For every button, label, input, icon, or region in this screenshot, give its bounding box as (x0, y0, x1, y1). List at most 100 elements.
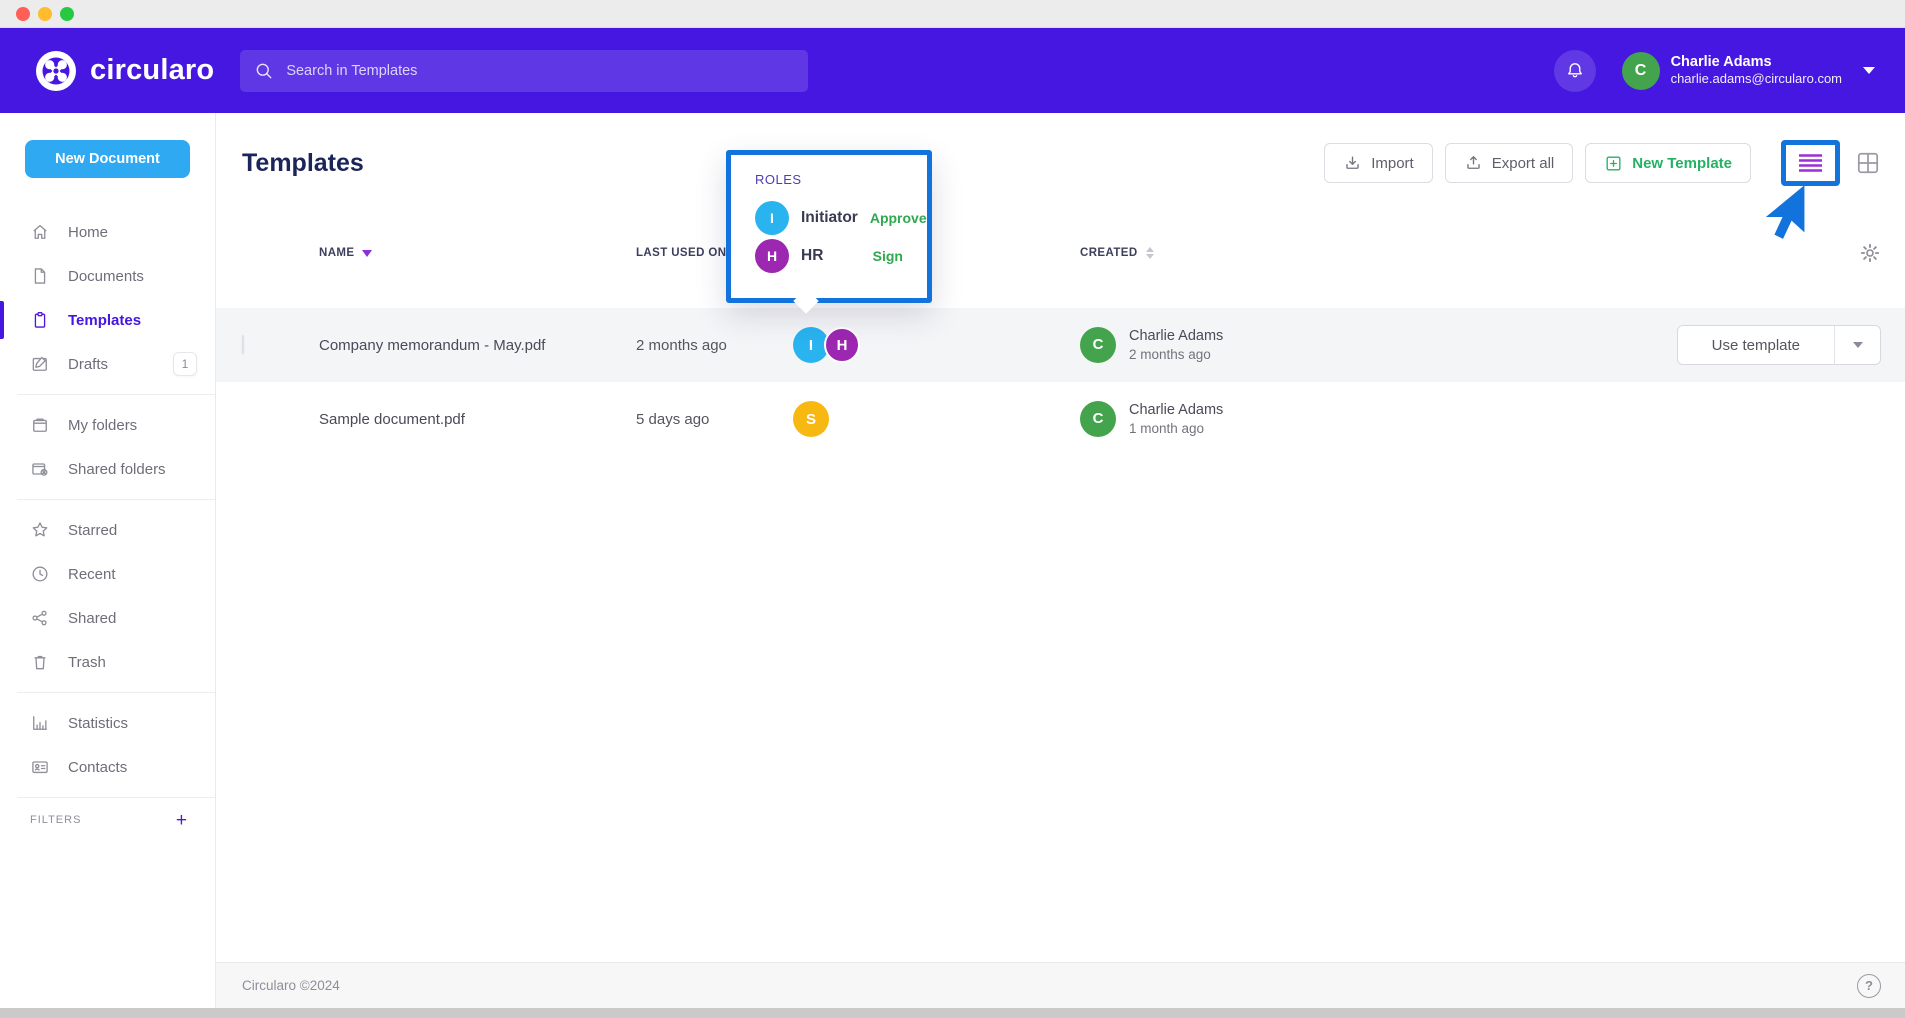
role-avatar-hr: H (755, 239, 789, 273)
sidebar-item-documents[interactable]: Documents (0, 254, 215, 298)
sidebar-item-label: Starred (68, 522, 117, 539)
user-menu-caret-icon (1863, 67, 1875, 74)
home-icon (30, 222, 50, 242)
user-info: Charlie Adams charlie.adams@circularo.co… (1671, 53, 1842, 87)
search-input[interactable] (286, 63, 794, 79)
sidebar-item-contacts[interactable]: Contacts (0, 745, 215, 789)
trash-icon (30, 652, 50, 672)
contacts-icon (30, 757, 50, 777)
grid-view-toggle[interactable] (1855, 150, 1881, 176)
use-template-split-button: Use template (1677, 325, 1881, 365)
list-view-icon (1797, 151, 1824, 175)
created-time: 1 month ago (1129, 420, 1223, 438)
column-settings-gear-icon[interactable] (1859, 242, 1881, 264)
main-content: Templates Import Export all New Template (216, 113, 1905, 1008)
creator-avatar: C (1080, 401, 1116, 437)
use-template-dropdown-button[interactable] (1834, 326, 1880, 364)
user-menu[interactable]: C Charlie Adams charlie.adams@circularo.… (1622, 52, 1875, 90)
sidebar-divider (17, 692, 215, 693)
new-template-button[interactable]: New Template (1585, 143, 1751, 183)
sidebar-nav: Home Documents Templates Drafts 1 My fol… (0, 210, 215, 798)
sidebar-divider (17, 499, 215, 500)
circularo-logo-icon (35, 50, 77, 92)
statistics-icon (30, 713, 50, 733)
shared-folder-icon (30, 459, 50, 479)
sidebar-item-my-folders[interactable]: My folders (0, 403, 215, 447)
notifications-button[interactable] (1554, 50, 1596, 92)
sidebar-item-drafts[interactable]: Drafts 1 (0, 342, 215, 386)
column-header-created[interactable]: CREATED (1080, 247, 1420, 259)
table-row[interactable]: Sample document.pdf 5 days ago S C Charl… (216, 382, 1905, 456)
sidebar-item-statistics[interactable]: Statistics (0, 701, 215, 745)
table-header: NAME LAST USED ON CREATED (216, 242, 1905, 264)
roles-popup: ROLES I Initiator Approve H HR Sign (726, 150, 932, 303)
table-row[interactable]: Company memorandum - May.pdf 2 months ag… (216, 308, 1905, 382)
sidebar-item-trash[interactable]: Trash (0, 640, 215, 684)
role-name: HR (801, 247, 823, 265)
app-logo[interactable]: circularo (35, 50, 214, 92)
minimize-window-button[interactable] (38, 7, 52, 21)
created-by: C Charlie Adams 2 months ago (1080, 327, 1420, 363)
help-button[interactable]: ? (1857, 974, 1881, 998)
template-icon (30, 310, 50, 330)
close-window-button[interactable] (16, 7, 30, 21)
sidebar-item-label: Shared folders (68, 461, 166, 478)
role-avatar-initiator: I (755, 201, 789, 235)
sidebar-item-shared-folders[interactable]: Shared folders (0, 447, 215, 491)
sidebar-item-label: Trash (68, 654, 106, 671)
created-by: C Charlie Adams 1 month ago (1080, 401, 1420, 437)
row-checkbox[interactable] (242, 335, 244, 354)
sidebar-item-label: Drafts (68, 356, 108, 373)
sidebar-item-label: Statistics (68, 715, 128, 732)
sidebar-item-home[interactable]: Home (0, 210, 215, 254)
sidebar-item-recent[interactable]: Recent (0, 552, 215, 596)
creator-name: Charlie Adams (1129, 327, 1223, 346)
creator-avatar: C (1080, 327, 1116, 363)
created-header-label: CREATED (1080, 247, 1138, 259)
sidebar-item-starred[interactable]: Starred (0, 508, 215, 552)
template-last-used: 5 days ago (636, 411, 793, 428)
export-all-button[interactable]: Export all (1445, 143, 1574, 183)
window-bottom-edge (0, 1008, 1905, 1018)
window-titlebar (0, 0, 1905, 28)
plus-square-icon (1604, 154, 1623, 173)
mouse-cursor-icon (1757, 181, 1809, 241)
search-icon (254, 61, 274, 81)
footer: Circularo ©2024 ? (216, 962, 1905, 1008)
role-row-initiator: I Initiator Approve (755, 201, 903, 235)
role-action: Approve (870, 210, 927, 226)
add-filter-button[interactable]: + (176, 811, 187, 830)
sidebar-item-label: Contacts (68, 759, 127, 776)
sidebar-item-label: Documents (68, 268, 144, 285)
use-template-button[interactable]: Use template (1678, 326, 1834, 364)
sort-icon (1146, 247, 1154, 259)
creator-name: Charlie Adams (1129, 401, 1223, 420)
share-icon (30, 608, 50, 628)
column-header-name[interactable]: NAME (306, 247, 636, 259)
page-head: Templates Import Export all New Template (216, 113, 1905, 186)
role-avatar-signer: S (793, 401, 829, 437)
zoom-window-button[interactable] (60, 7, 74, 21)
list-view-toggle[interactable] (1781, 140, 1840, 186)
role-avatar-hr: H (824, 327, 860, 363)
sort-desc-icon (362, 250, 372, 257)
export-icon (1464, 154, 1483, 173)
page-actions: Import Export all New Template (1324, 140, 1881, 186)
new-document-button[interactable]: New Document (25, 140, 190, 178)
bell-icon (1564, 60, 1586, 82)
header-right: C Charlie Adams charlie.adams@circularo.… (1554, 50, 1875, 92)
template-name: Company memorandum - May.pdf (306, 337, 636, 354)
drafts-count-badge: 1 (173, 352, 197, 376)
sidebar-item-label: Home (68, 224, 108, 241)
app-header: circularo C Charlie Adams charlie.adams@… (0, 28, 1905, 113)
chevron-down-icon (1853, 342, 1863, 348)
sidebar-item-shared[interactable]: Shared (0, 596, 215, 640)
import-icon (1343, 154, 1362, 173)
draft-icon (30, 354, 50, 374)
star-icon (30, 520, 50, 540)
role-action: Sign (873, 248, 903, 264)
search-box[interactable] (240, 50, 808, 92)
sidebar-item-templates[interactable]: Templates (0, 298, 215, 342)
import-button[interactable]: Import (1324, 143, 1433, 183)
folder-icon (30, 415, 50, 435)
